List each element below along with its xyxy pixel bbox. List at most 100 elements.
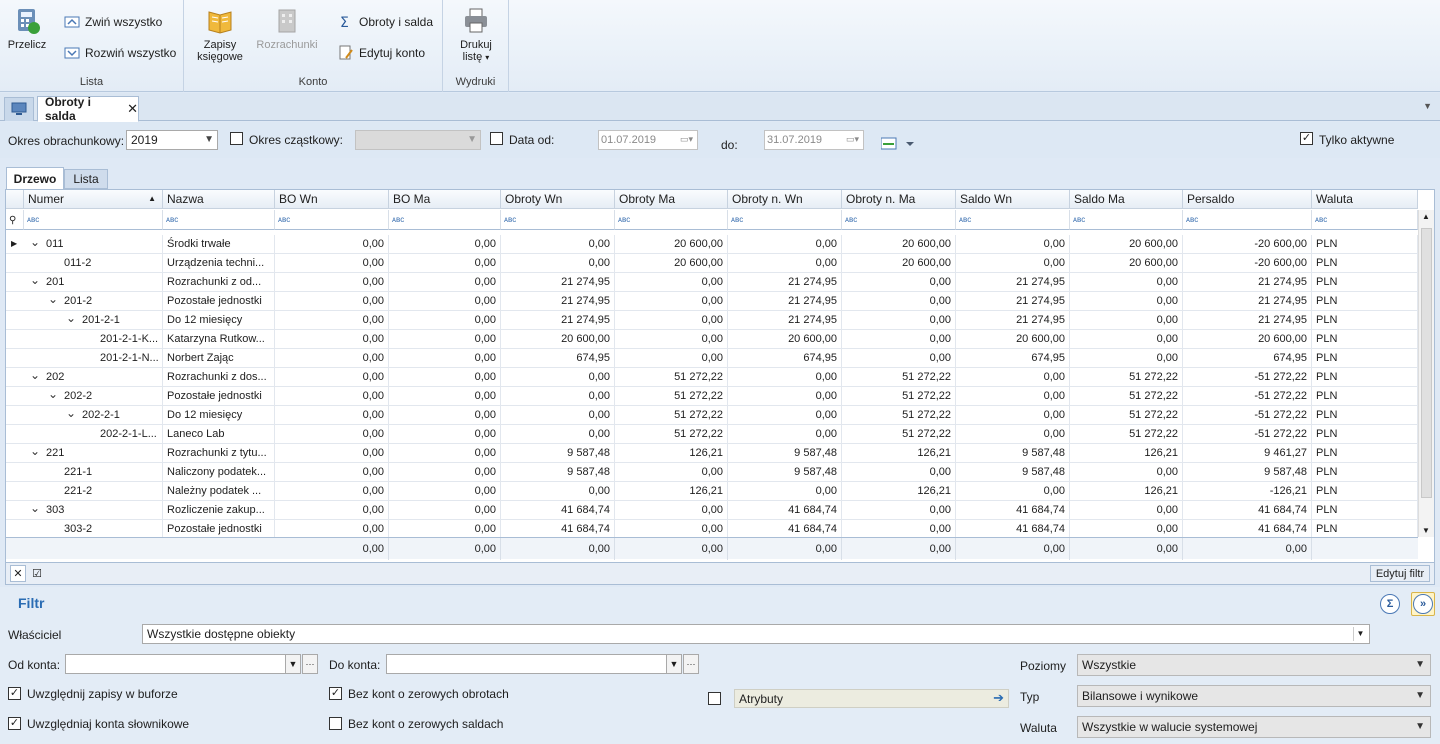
table-row[interactable]: 201-2-1-K... Katarzyna Rutkow... 0,00 0,00 2… xyxy=(6,330,1418,349)
column-header-9[interactable]: Saldo Wn xyxy=(956,190,1070,209)
table-row[interactable]: 201-2-1-N... Norbert Zając 0,00 0,00 674,95 0… xyxy=(6,349,1418,368)
edytuj-filtr-button[interactable]: Edytuj filtr xyxy=(1370,565,1430,582)
column-header-12[interactable]: Waluta xyxy=(1312,190,1418,209)
tree-toggle-icon[interactable]: ⌄ xyxy=(30,444,40,458)
tree-toggle-icon[interactable]: ⌄ xyxy=(48,292,58,306)
tab-drzewo[interactable]: Drzewo xyxy=(6,167,64,189)
chevron-down-icon[interactable]: ▼ xyxy=(285,654,301,674)
column-filter-cell[interactable]: ᴀʙᴄ xyxy=(1312,210,1418,230)
table-row[interactable]: 221-2 Należny podatek ... 0,00 0,00 0,00 126,… xyxy=(6,482,1418,501)
close-icon[interactable]: ✕ xyxy=(127,101,138,117)
column-filter-cell[interactable]: ᴀʙᴄ xyxy=(842,210,956,230)
rozwin-wszystko-button[interactable]: Rozwiń wszystko xyxy=(64,43,176,63)
tree-toggle-icon[interactable]: ⌄ xyxy=(66,406,76,420)
wlasciciel-select[interactable]: Wszystkie dostępne obiekty ▼ xyxy=(142,624,1370,644)
slownikowe-checkbox[interactable]: ✓ xyxy=(8,717,21,730)
data-od-checkbox[interactable] xyxy=(490,132,503,145)
rozrachunki-button[interactable]: Rozrachunki xyxy=(254,6,320,51)
edytuj-konto-button[interactable]: Edytuj konto xyxy=(338,43,425,63)
table-row[interactable]: ⌄ 202-2 Pozostałe jednostki 0,00 0,00 0,00 51 … xyxy=(6,387,1418,406)
more-icon[interactable]: ··· xyxy=(302,654,318,674)
chevron-down-icon[interactable]: ▼ xyxy=(666,654,682,674)
waluta-select[interactable]: Wszystkie w walucie systemowej ▼ xyxy=(1077,716,1431,738)
chevron-down-icon[interactable]: ▼ xyxy=(1353,627,1367,641)
table-row[interactable]: ⌄ 202-2-1 Do 12 miesięcy 0,00 0,00 0,00 51 272… xyxy=(6,406,1418,425)
column-header-1[interactable]: Numer ▲ xyxy=(24,190,163,209)
table-row[interactable]: ▶ ⌄ 011 Środki trwałe 0,00 0,00 0,00 20 600,00 0… xyxy=(6,235,1418,254)
do-konta-field[interactable] xyxy=(386,654,682,674)
table-row[interactable]: 011-2 Urządzenia techni... 0,00 0,00 0,00 20 … xyxy=(6,254,1418,273)
scroll-down-icon[interactable]: ▼ xyxy=(1422,526,1430,535)
column-filter-cell[interactable]: ᴀʙᴄ xyxy=(389,210,501,230)
tree-toggle-icon[interactable]: ⌄ xyxy=(66,311,76,325)
filter-enable-checkbox[interactable]: ☑ xyxy=(30,565,44,582)
vertical-scrollbar[interactable]: ▲ ▼ xyxy=(1418,210,1434,537)
tree-toggle-icon[interactable]: ⌄ xyxy=(30,273,40,287)
column-header-5[interactable]: Obroty Wn xyxy=(501,190,615,209)
more-icon[interactable]: ··· xyxy=(683,654,699,674)
okres-select[interactable]: 2019 ▼ xyxy=(126,130,218,150)
bufor-checkbox[interactable]: ✓ xyxy=(8,687,21,700)
home-tab[interactable] xyxy=(4,97,34,121)
table-row[interactable]: ⌄ 221 Rozrachunki z tytu... 0,00 0,00 9 587,4… xyxy=(6,444,1418,463)
okres-czastkowy-checkbox[interactable] xyxy=(230,132,243,145)
table-row[interactable]: ⌄ 201-2-1 Do 12 miesięcy 0,00 0,00 21 274,95 0… xyxy=(6,311,1418,330)
tree-toggle-icon[interactable]: ⌄ xyxy=(30,235,40,249)
column-header-10[interactable]: Saldo Ma xyxy=(1070,190,1183,209)
zapisy-ksiegowe-button[interactable]: Zapisy księgowe xyxy=(192,6,248,63)
collapse-panel-button[interactable]: » xyxy=(1411,592,1435,616)
tree-toggle-icon[interactable]: ⌄ xyxy=(30,501,40,515)
column-header-2[interactable]: Nazwa xyxy=(163,190,275,209)
tree-toggle-icon[interactable]: ⌄ xyxy=(30,368,40,382)
table-row[interactable]: ⌄ 202 Rozrachunki z dos... 0,00 0,00 0,00 51 2… xyxy=(6,368,1418,387)
column-filter-cell[interactable]: ᴀʙᴄ xyxy=(956,210,1070,230)
table-cell: 201-2-1-N... xyxy=(24,349,163,368)
tab-lista[interactable]: Lista xyxy=(64,169,108,189)
od-konta-field[interactable] xyxy=(65,654,301,674)
date-range-menu-button[interactable] xyxy=(880,136,915,152)
typ-select[interactable]: Bilansowe i wynikowe ▼ xyxy=(1077,685,1431,707)
przelicz-button[interactable]: Przelicz xyxy=(4,6,50,51)
calendar-icon[interactable]: ▭▾ xyxy=(846,134,859,145)
column-header-11[interactable]: Persaldo xyxy=(1183,190,1312,209)
column-header-3[interactable]: BO Wn xyxy=(275,190,389,209)
column-header-4[interactable]: BO Ma xyxy=(389,190,501,209)
tab-obroty-i-salda[interactable]: Obroty i salda ✕ xyxy=(37,95,139,123)
data-od-field[interactable]: 01.07.2019 ▭▾ xyxy=(598,130,698,150)
column-header-6[interactable]: Obroty Ma xyxy=(615,190,728,209)
column-filter-cell[interactable]: ᴀʙᴄ xyxy=(275,210,389,230)
tree-toggle-icon[interactable]: ⌄ xyxy=(48,387,58,401)
table-row[interactable]: ⌄ 303 Rozliczenie zakup... 0,00 0,00 41 684,7… xyxy=(6,501,1418,520)
obroty-i-salda-button[interactable]: Σ Obroty i salda xyxy=(338,12,433,32)
column-filter-cell[interactable]: ᴀʙᴄ xyxy=(615,210,728,230)
drukuj-liste-button[interactable]: Drukuj listę ▾ xyxy=(451,6,501,63)
table-row[interactable]: ⌄ 201-2 Pozostałe jednostki 0,00 0,00 21 274,… xyxy=(6,292,1418,311)
scroll-up-icon[interactable]: ▲ xyxy=(1422,212,1430,221)
column-filter-cell[interactable]: ᴀʙᴄ xyxy=(1183,210,1312,230)
column-header-7[interactable]: Obroty n. Wn xyxy=(728,190,842,209)
zerowe-salda-checkbox[interactable] xyxy=(329,717,342,730)
poziomy-select[interactable]: Wszystkie ▼ xyxy=(1077,654,1431,676)
table-row[interactable]: 221-1 Naliczony podatek... 0,00 0,00 9 587,4… xyxy=(6,463,1418,482)
tylko-aktywne-checkbox[interactable]: ✓ xyxy=(1300,132,1313,145)
calendar-icon[interactable]: ▭▾ xyxy=(680,134,693,145)
atrybuty-field[interactable]: Atrybuty ➔ xyxy=(734,689,1009,708)
zwin-wszystko-button[interactable]: Zwiń wszystko xyxy=(64,12,162,32)
table-row[interactable]: 202-2-1-L... Laneco Lab 0,00 0,00 0,00 51 272… xyxy=(6,425,1418,444)
arrow-right-icon[interactable]: ➔ xyxy=(993,690,1004,706)
column-header-8[interactable]: Obroty n. Ma xyxy=(842,190,956,209)
clear-filter-button[interactable]: ✕ xyxy=(10,565,26,582)
okres-czastkowy-select[interactable]: ▼ xyxy=(355,130,481,150)
table-row[interactable]: ⌄ 201 Rozrachunki z od... 0,00 0,00 21 274,95… xyxy=(6,273,1418,292)
data-do-field[interactable]: 31.07.2019 ▭▾ xyxy=(764,130,864,150)
column-filter-cell[interactable]: ᴀʙᴄ xyxy=(728,210,842,230)
atrybuty-checkbox[interactable] xyxy=(708,692,721,705)
zerowe-obroty-checkbox[interactable]: ✓ xyxy=(329,687,342,700)
column-filter-cell[interactable]: ᴀʙᴄ xyxy=(501,210,615,230)
tab-list-dropdown-icon[interactable]: ▼ xyxy=(1423,101,1432,111)
sigma-button[interactable]: Σ xyxy=(1380,594,1400,614)
scrollbar-thumb[interactable] xyxy=(1421,228,1432,498)
column-filter-cell[interactable]: ᴀʙᴄ xyxy=(24,210,163,230)
column-filter-cell[interactable]: ᴀʙᴄ xyxy=(1070,210,1183,230)
column-filter-cell[interactable]: ᴀʙᴄ xyxy=(163,210,275,230)
